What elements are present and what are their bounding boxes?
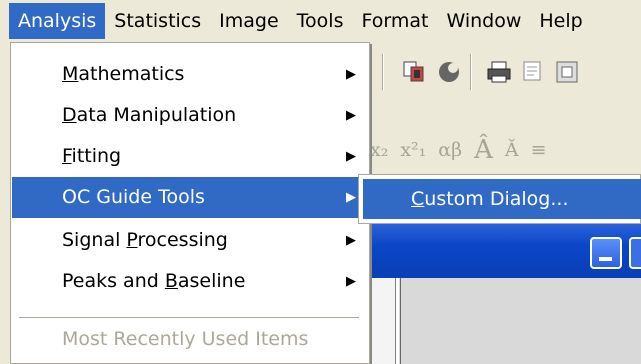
menu-separator <box>19 317 359 318</box>
sub-superscript-button[interactable]: x²₁ <box>400 139 426 161</box>
increase-font-button[interactable]: Â <box>474 135 493 165</box>
worksheet-gridline <box>396 278 399 364</box>
menu-bar: Analysis Statistics Image Tools Format W… <box>0 0 641 42</box>
minimize-button[interactable] <box>590 237 622 269</box>
submenu-arrow-icon: ▶ <box>346 274 356 289</box>
worksheet-gridline <box>400 278 401 364</box>
menu-image[interactable]: Image <box>210 3 288 39</box>
menu-help[interactable]: Help <box>530 3 591 39</box>
analysis-dropdown-menu: Mathematics ▶ Data Manipulation ▶ Fittin… <box>10 42 370 364</box>
menu-format[interactable]: Format <box>352 3 437 39</box>
greek-button[interactable]: αβ <box>438 139 462 161</box>
menu-item-oc-guide-tools[interactable]: OC Guide Tools ▶ <box>12 177 368 218</box>
maximize-button[interactable] <box>629 237 641 269</box>
menu-item-fitting[interactable]: Fitting ▶ <box>12 136 368 177</box>
submenu-arrow-icon: ▶ <box>346 190 356 205</box>
subscript-button[interactable]: x₂ <box>370 139 388 161</box>
menu-item-most-recently-used: Most Recently Used Items <box>62 328 309 350</box>
menu-item-data-manipulation[interactable]: Data Manipulation ▶ <box>12 95 368 136</box>
menu-window[interactable]: Window <box>437 3 530 39</box>
menu-analysis[interactable]: Analysis <box>9 3 106 39</box>
menu-statistics[interactable]: Statistics <box>105 3 210 39</box>
align-button[interactable]: ≡ <box>531 139 547 161</box>
color-icon[interactable] <box>432 55 466 89</box>
worksheet-row-header <box>370 278 396 364</box>
format-toolbar: x₂ x²₁ αβ Â Ă ≡ <box>370 130 559 170</box>
page-setup-icon[interactable] <box>550 55 584 89</box>
print-icon[interactable] <box>482 55 516 89</box>
menu-item-peaks-and-baseline[interactable]: Peaks and Baseline ▶ <box>12 261 368 302</box>
copy-pages-icon[interactable] <box>398 55 432 89</box>
menu-item-mathematics[interactable]: Mathematics ▶ <box>12 54 368 95</box>
menu-tools[interactable]: Tools <box>288 3 353 39</box>
menu-item-signal-processing[interactable]: Signal Processing ▶ <box>12 220 368 261</box>
menu-item-custom-dialog[interactable]: Custom Dialog... <box>363 179 641 219</box>
decrease-font-button[interactable]: Ă <box>505 139 519 161</box>
print-preview-icon[interactable] <box>516 55 550 89</box>
worksheet-area[interactable] <box>370 278 641 364</box>
submenu-arrow-icon: ▶ <box>346 149 356 164</box>
submenu-arrow-icon: ▶ <box>346 67 356 82</box>
toolbar-separator <box>382 54 384 90</box>
submenu-arrow-icon: ▶ <box>346 233 356 248</box>
submenu-arrow-icon: ▶ <box>346 108 356 123</box>
oc-guide-tools-submenu: Custom Dialog... <box>358 174 641 224</box>
toolbar-separator <box>470 54 472 90</box>
